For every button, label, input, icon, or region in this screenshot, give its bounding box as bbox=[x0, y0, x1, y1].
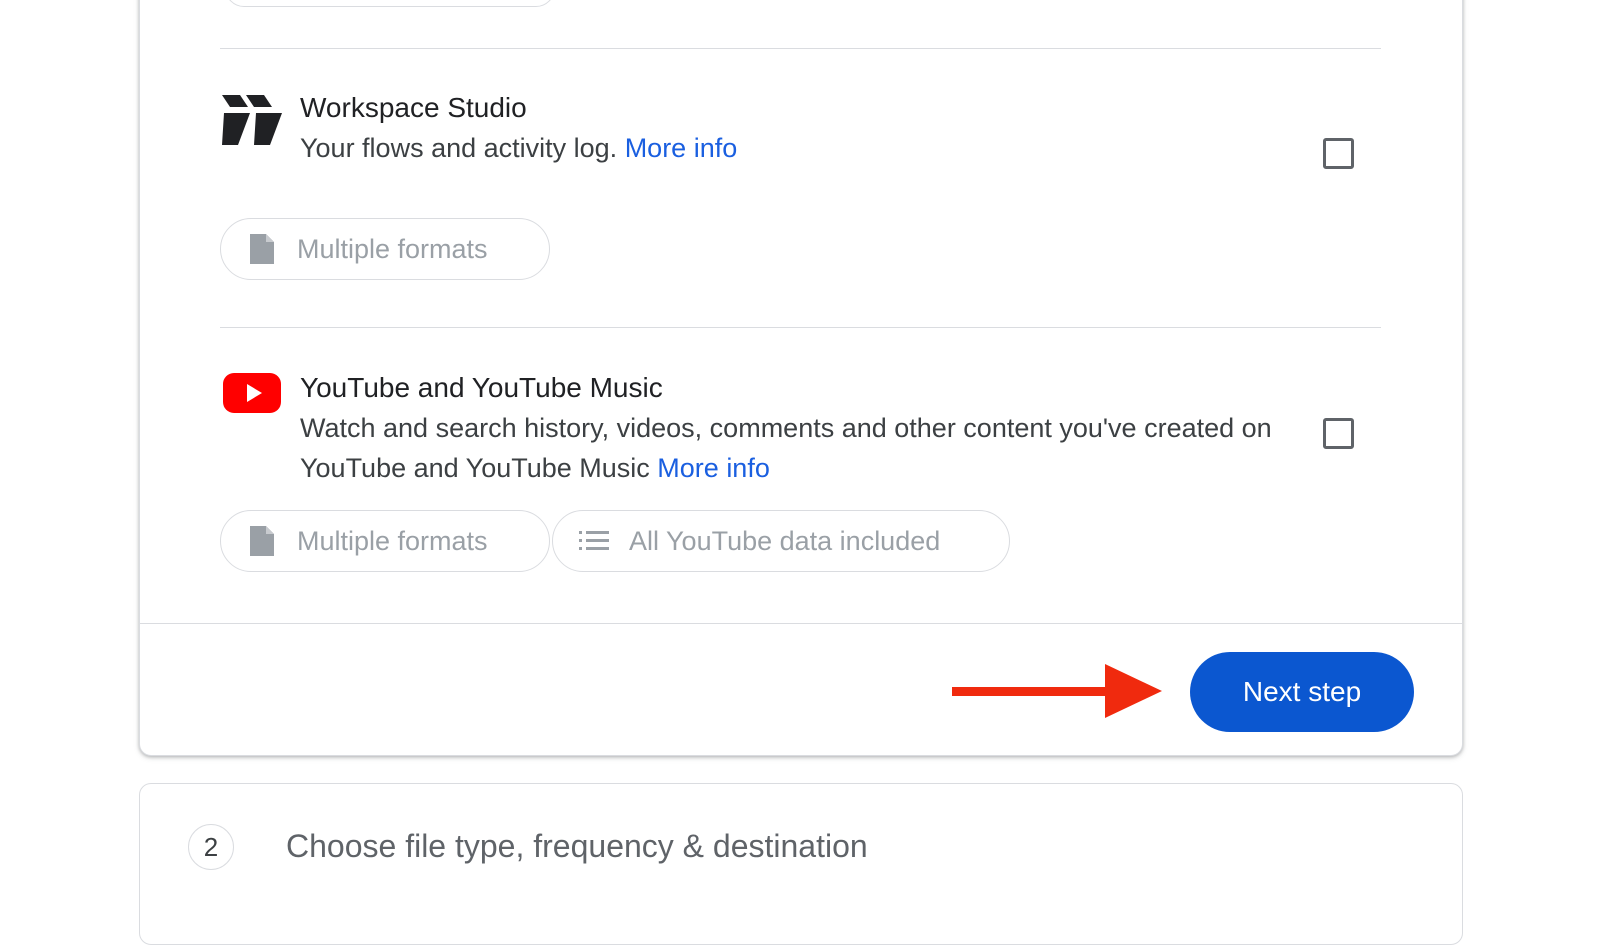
more-info-link[interactable]: More info bbox=[657, 453, 770, 483]
step-title: Choose file type, frequency & destinatio… bbox=[286, 828, 868, 864]
product-divider bbox=[220, 48, 1381, 49]
product-description-text: Watch and search history, videos, commen… bbox=[300, 413, 1272, 483]
product-divider bbox=[220, 327, 1381, 328]
chip-label: Multiple formats bbox=[297, 525, 488, 556]
youtube-logo-icon bbox=[220, 361, 284, 425]
product-description: Watch and search history, videos, commen… bbox=[300, 408, 1300, 488]
product-title: YouTube and YouTube Music bbox=[300, 372, 663, 403]
chip-label: All YouTube data included bbox=[629, 525, 941, 556]
list-icon bbox=[579, 526, 609, 556]
step-number-badge: 2 bbox=[188, 824, 234, 870]
step-2-card[interactable]: 2 Choose file type, frequency & destinat… bbox=[139, 783, 1463, 945]
product-description: Your flows and activity log. More info bbox=[300, 128, 737, 168]
file-icon bbox=[247, 234, 277, 264]
chip-label: Multiple formats bbox=[297, 233, 488, 264]
workspace-studio-logo-icon bbox=[220, 93, 284, 157]
product-checkbox-youtube[interactable] bbox=[1323, 418, 1354, 449]
product-checkbox-workspace-studio[interactable] bbox=[1323, 138, 1354, 169]
product-title: Workspace Studio bbox=[300, 92, 527, 123]
select-data-card: Workspace Studio Your flows and activity… bbox=[139, 0, 1463, 756]
product-description-text: Your flows and activity log. bbox=[300, 133, 618, 163]
next-step-button[interactable]: Next step bbox=[1190, 652, 1414, 732]
red-arrow-icon bbox=[952, 664, 1162, 718]
format-chip[interactable]: Multiple formats bbox=[220, 218, 550, 280]
previous-product-chip bbox=[225, 0, 555, 7]
footer-divider bbox=[140, 623, 1462, 624]
more-info-link[interactable]: More info bbox=[625, 133, 738, 163]
data-included-chip[interactable]: All YouTube data included bbox=[552, 510, 1010, 572]
file-icon bbox=[247, 526, 277, 556]
format-chip[interactable]: Multiple formats bbox=[220, 510, 550, 572]
